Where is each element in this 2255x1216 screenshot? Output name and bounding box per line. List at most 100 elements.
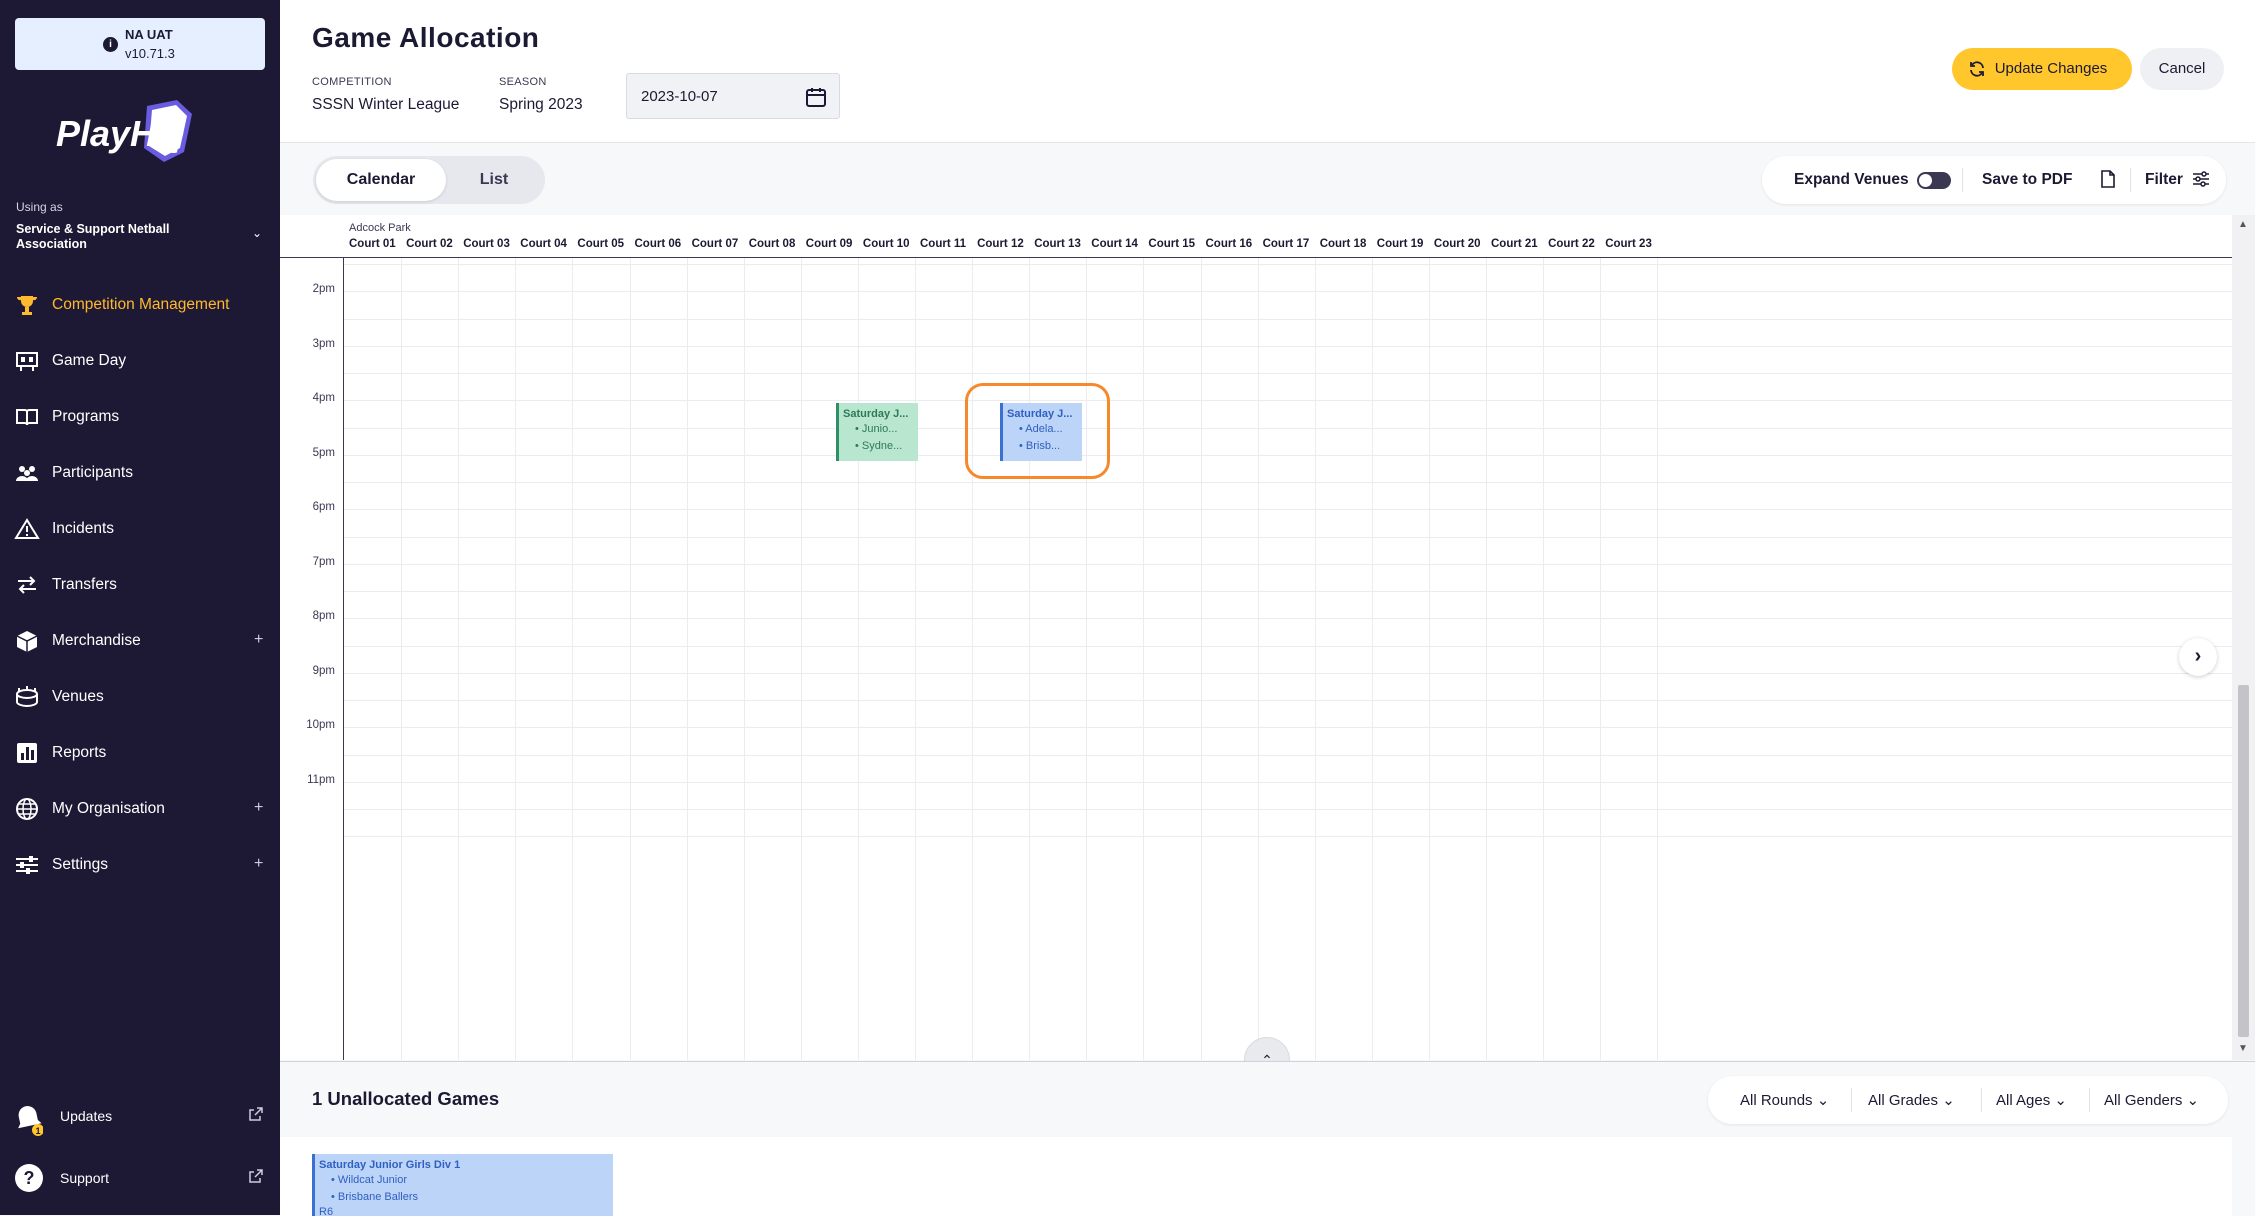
filter-genders-dropdown[interactable]: All Genders ⌄ [2104, 1091, 2199, 1109]
nav-updates[interactable]: 1 Updates [0, 1094, 280, 1138]
time-label: 11pm [307, 773, 335, 786]
nav-venues[interactable]: Venues [0, 677, 280, 717]
filter-grades-dropdown[interactable]: All Grades ⌄ [1868, 1091, 1955, 1109]
filter-label: All Grades [1868, 1092, 1939, 1109]
view-toggle: Calendar List [313, 156, 545, 204]
season-label: SEASON [499, 76, 547, 88]
time-label: 4pm [312, 392, 335, 404]
grid-row-line [344, 482, 2232, 483]
grid-row-line [344, 345, 2232, 347]
nav-incidents[interactable]: Incidents [0, 509, 280, 549]
grid-row-line [344, 373, 2232, 374]
filter-sliders-icon[interactable] [2192, 171, 2210, 187]
nav-game-day[interactable]: Game Day [0, 341, 280, 381]
grid-column-line [1200, 258, 1202, 1060]
filter-button[interactable]: Filter [2145, 171, 2183, 189]
divider [2130, 168, 2131, 192]
sidebar: i NA UAT v10.71.3 PlayHQ Using as Servic… [0, 0, 280, 1215]
organisation-switcher[interactable]: Service & Support Netball Association [16, 222, 236, 252]
filter-rounds-dropdown[interactable]: All Rounds ⌄ [1740, 1091, 1829, 1109]
nav-participants[interactable]: Participants [0, 453, 280, 493]
refresh-icon [1970, 61, 1984, 77]
court-column-header: Court 02 [406, 238, 453, 250]
court-column-header: Court 07 [691, 238, 739, 250]
grid-column-line [1257, 258, 1259, 1060]
grid-row-line [344, 318, 2232, 320]
time-label: 6pm [312, 501, 335, 513]
grid-row-line [344, 509, 2232, 511]
game-title: Saturday Junior Girls Div 1 [319, 1159, 461, 1171]
nav-label: Venues [52, 688, 104, 705]
svg-text:PlayHQ: PlayHQ [56, 113, 184, 154]
next-courts-button[interactable]: › [2179, 638, 2217, 676]
nav-reports[interactable]: Reports [0, 733, 280, 773]
filter-label: All Ages [1996, 1092, 2051, 1109]
court-column-header: Court 15 [1148, 238, 1196, 250]
court-column-header: Court 08 [748, 238, 796, 250]
court-column-header: Court 11 [920, 238, 967, 250]
save-to-pdf-button[interactable]: Save to PDF [1982, 171, 2072, 189]
grid-column-line [1600, 258, 1602, 1060]
update-changes-button[interactable]: Update Changes [1952, 48, 2132, 90]
nav-label: Game Day [52, 352, 127, 369]
chevron-down-icon[interactable]: ⌄ [252, 226, 262, 240]
game-title: Saturday J... [843, 408, 909, 420]
grid-column-line [572, 258, 574, 1060]
expand-plus-icon[interactable]: + [254, 631, 263, 649]
highlight-outline [965, 383, 1110, 479]
vertical-scrollbar[interactable]: ▲ ▼ [2232, 215, 2255, 1060]
grid-column-line [515, 258, 517, 1060]
court-column-header: Court 16 [1205, 238, 1253, 250]
tab-list[interactable]: List [446, 159, 542, 201]
external-link-icon [249, 1107, 263, 1121]
tab-calendar[interactable]: Calendar [316, 159, 446, 201]
filter-label: All Rounds [1740, 1092, 1813, 1109]
nav-competition-management[interactable]: Competition Management [0, 285, 280, 325]
nav-merchandise[interactable]: Merchandise + [0, 621, 280, 661]
grid-column-line [686, 258, 688, 1060]
environment-name: NA UAT [125, 27, 173, 42]
nav-label: Competition Management [52, 296, 230, 313]
court-header: Adcock Park Court 01 Court 02 Court 03 Cour… [280, 215, 2232, 258]
nav-my-organisation[interactable]: My Organisation + [0, 789, 280, 829]
time-label: 3pm [312, 337, 335, 350]
expand-plus-icon[interactable]: + [254, 855, 263, 873]
scroll-up-arrow[interactable]: ▲ [2238, 219, 2248, 230]
document-icon[interactable] [2101, 170, 2115, 188]
nav-support[interactable]: ? Support [0, 1156, 280, 1200]
nav-label: Settings [52, 856, 109, 873]
grid-column-line [1086, 258, 1088, 1060]
nav-label: Programs [52, 408, 120, 425]
court-column-header: Court 10 [862, 238, 910, 250]
expand-plus-icon[interactable]: + [254, 799, 263, 817]
filter-ages-dropdown[interactable]: All Ages ⌄ [1996, 1091, 2067, 1109]
game-card[interactable]: Saturday J... • Junio... • Sydne... [836, 403, 918, 461]
game-team: • Wildcat Junior [331, 1174, 407, 1186]
court-column-header: Court 06 [634, 238, 682, 250]
competition-value: SSSN Winter League [312, 96, 460, 113]
date-picker-input[interactable]: 2023-10-07 [626, 73, 840, 119]
nav-programs[interactable]: Programs [0, 397, 280, 437]
competition-label: COMPETITION [312, 76, 392, 88]
playhq-logo[interactable]: PlayHQ [52, 96, 212, 176]
using-as-label: Using as [16, 200, 63, 214]
expand-venues-toggle[interactable] [1917, 172, 1951, 189]
nav-label: Support [60, 1170, 110, 1186]
grid-column-line [915, 258, 916, 1060]
external-link-icon [249, 1169, 263, 1183]
scrollbar-thumb[interactable] [2238, 685, 2249, 1037]
nav-settings[interactable]: Settings + [0, 845, 280, 885]
grid-column-line [800, 258, 802, 1060]
divider [1962, 168, 1963, 192]
scroll-down-arrow[interactable]: ▼ [2238, 1043, 2248, 1054]
nav-label: Transfers [52, 576, 117, 593]
grid-column-line [1486, 258, 1487, 1060]
grid-row-line [344, 700, 2232, 701]
unallocated-game-card[interactable]: Saturday Junior Girls Div 1 • Wildcat Ju… [312, 1154, 613, 1216]
filter-label: All Genders [2104, 1092, 2183, 1109]
nav-transfers[interactable]: Transfers [0, 565, 280, 605]
grid-row-line [344, 264, 2232, 265]
unallocated-title: 1 Unallocated Games [312, 1088, 500, 1109]
calendar-icon[interactable] [805, 86, 827, 108]
cancel-button[interactable]: Cancel [2140, 48, 2224, 90]
